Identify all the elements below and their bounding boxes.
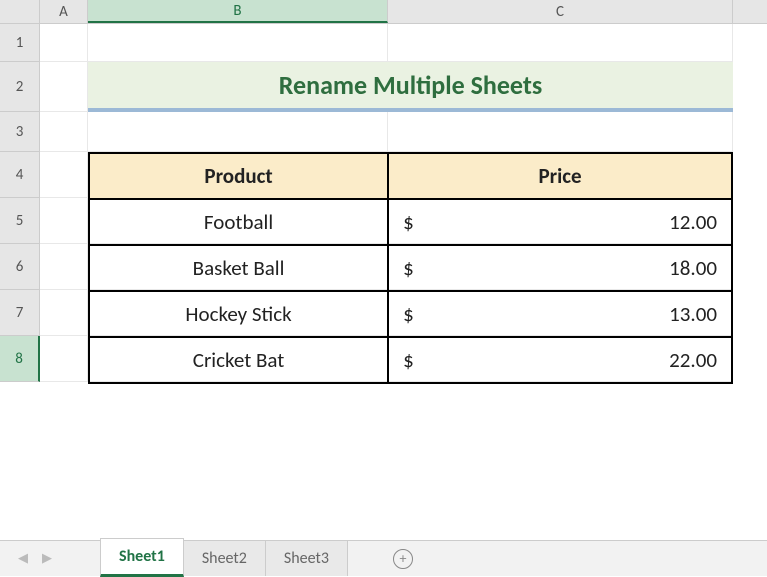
row-header-3[interactable]: 3 [0,112,40,152]
cell-c1[interactable] [388,24,733,62]
row-header-5[interactable]: 5 [0,198,40,244]
cell-a1[interactable] [40,24,88,62]
page-title: Rename Multiple Sheets [88,62,733,112]
cell-b3[interactable] [88,112,388,152]
sheet-tab-sheet2[interactable]: Sheet2 [184,541,266,576]
column-header-a[interactable]: A [40,0,88,23]
plus-icon: + [393,549,413,569]
table-row: Basket Ball $ 18.00 [89,245,732,291]
row-3: 3 [0,112,767,152]
cell-a2[interactable] [40,62,88,112]
sheet-tab-bar: ◀ ▶ Sheet1 Sheet2 Sheet3 + [0,540,767,576]
price-value: 22.00 [669,347,721,373]
currency-symbol: $ [399,209,414,235]
tab-spacer [70,541,100,576]
sheet-tab-sheet3[interactable]: Sheet3 [266,541,348,576]
cell-c3[interactable] [388,112,733,152]
row-1: 1 [0,24,767,62]
product-cell[interactable]: Football [89,199,388,245]
row-header-4[interactable]: 4 [0,152,40,198]
product-cell[interactable]: Cricket Bat [89,337,388,383]
price-cell[interactable]: $ 22.00 [388,337,732,383]
tab-navigation: ◀ ▶ [0,541,70,576]
cell-a8[interactable] [40,336,88,382]
price-value: 18.00 [669,255,721,281]
add-sheet-button[interactable]: + [378,541,428,576]
column-header-b[interactable]: B [88,0,388,23]
cell-a6[interactable] [40,244,88,290]
sheet-tab-sheet1[interactable]: Sheet1 [100,538,184,577]
header-product[interactable]: Product [89,153,388,199]
table-row: Cricket Bat $ 22.00 [89,337,732,383]
product-cell[interactable]: Hockey Stick [89,291,388,337]
column-header-c[interactable]: C [388,0,733,23]
header-price[interactable]: Price [388,153,732,199]
price-value: 12.00 [669,209,721,235]
column-headers: A B C [0,0,767,24]
currency-symbol: $ [399,301,414,327]
row-header-7[interactable]: 7 [0,290,40,336]
price-cell[interactable]: $ 12.00 [388,199,732,245]
select-all-corner[interactable] [0,0,40,23]
currency-symbol: $ [399,347,414,373]
table-row: Football $ 12.00 [89,199,732,245]
row-header-6[interactable]: 6 [0,244,40,290]
price-cell[interactable]: $ 18.00 [388,245,732,291]
data-table: Product Price Football $ 12.00 Basket Ba… [88,152,733,384]
price-value: 13.00 [669,301,721,327]
row-header-2[interactable]: 2 [0,62,40,112]
sheet-tabs: Sheet1 Sheet2 Sheet3 [100,541,348,576]
cell-b1[interactable] [88,24,388,62]
cell-a4[interactable] [40,152,88,198]
cell-a7[interactable] [40,290,88,336]
table-header-row: Product Price [89,153,732,199]
product-cell[interactable]: Basket Ball [89,245,388,291]
nav-next-icon[interactable]: ▶ [42,551,52,566]
row-header-8[interactable]: 8 [0,336,40,382]
table-row: Hockey Stick $ 13.00 [89,291,732,337]
cell-a5[interactable] [40,198,88,244]
price-cell[interactable]: $ 13.00 [388,291,732,337]
cell-a3[interactable] [40,112,88,152]
currency-symbol: $ [399,255,414,281]
row-header-1[interactable]: 1 [0,24,40,62]
nav-prev-icon[interactable]: ◀ [18,551,28,566]
